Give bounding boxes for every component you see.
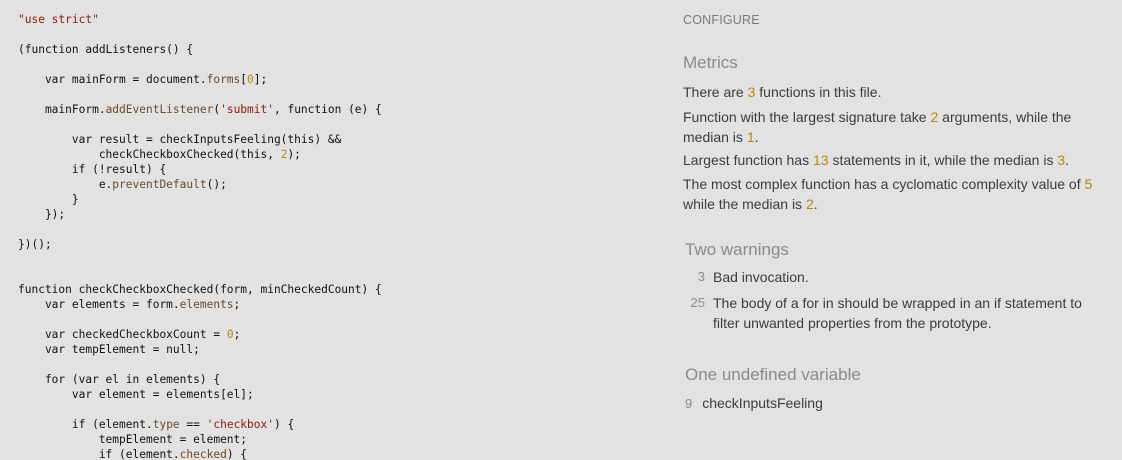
code-line: if (!result) { — [18, 163, 167, 176]
code-line: if (element.type == 'checkbox') { — [18, 418, 295, 431]
code-line: })(); — [18, 238, 52, 251]
code-line: for (var el in elements) { — [18, 373, 221, 386]
code-line: "use strict" — [18, 13, 99, 26]
warning-line-number[interactable]: 3 — [683, 267, 705, 287]
code-line: var tempElement = null; — [18, 343, 200, 356]
configure-link[interactable]: CONFIGURE — [683, 13, 760, 27]
code-line: checkCheckboxChecked(this, 2); — [18, 148, 301, 161]
code-line: tempElement = element; — [18, 433, 248, 446]
metric-complexity: The most complex function has a cyclomat… — [683, 176, 1093, 212]
code-editor[interactable]: "use strict" (function addListeners() { … — [0, 0, 650, 460]
analysis-panel: CONFIGURE Metrics There are 3 functions … — [683, 0, 1103, 460]
warnings-title: Two warnings — [685, 240, 789, 259]
undefined-variables-title: One undefined variable — [685, 365, 861, 384]
undefined-variable-item[interactable]: 9 checkInputsFeeling — [685, 393, 823, 414]
code-listing[interactable]: "use strict" (function addListeners() { … — [18, 12, 382, 460]
code-line: e.preventDefault(); — [18, 178, 227, 191]
code-line: (function addListeners() { — [18, 43, 194, 56]
warning-line-number[interactable]: 25 — [683, 293, 705, 313]
code-line: var elements = form.elements; — [18, 298, 241, 311]
warning-item[interactable]: 3 Bad invocation. — [683, 267, 1093, 287]
warning-message: The body of a for in should be wrapped i… — [713, 295, 1082, 331]
metric-signature: Function with the largest signature take… — [683, 109, 1072, 145]
warning-item[interactable]: 25 The body of a for in should be wrapped… — [683, 293, 1093, 333]
metric-statements: Largest function has 13 statements in it… — [683, 152, 1070, 168]
code-line: function checkCheckboxChecked(form, minC… — [18, 283, 382, 296]
code-line: if (element.checked) { — [18, 448, 248, 460]
code-line: var result = checkInputsFeeling(this) && — [18, 133, 342, 146]
code-line: var mainForm = document.forms[0]; — [18, 73, 268, 86]
undefined-line-number[interactable]: 9 — [685, 396, 692, 411]
warning-message: Bad invocation. — [713, 269, 809, 285]
metric-function-count: There are 3 functions in this file. — [683, 84, 882, 100]
code-line: var element = elements[el]; — [18, 388, 254, 401]
code-line: } — [18, 193, 79, 206]
code-line: mainForm.addEventListener('submit', func… — [18, 103, 382, 116]
code-line: }); — [18, 208, 66, 221]
metrics-title: Metrics — [683, 53, 738, 72]
code-line: var checkedCheckboxCount = 0; — [18, 328, 241, 341]
undefined-variable-name: checkInputsFeeling — [702, 395, 823, 411]
